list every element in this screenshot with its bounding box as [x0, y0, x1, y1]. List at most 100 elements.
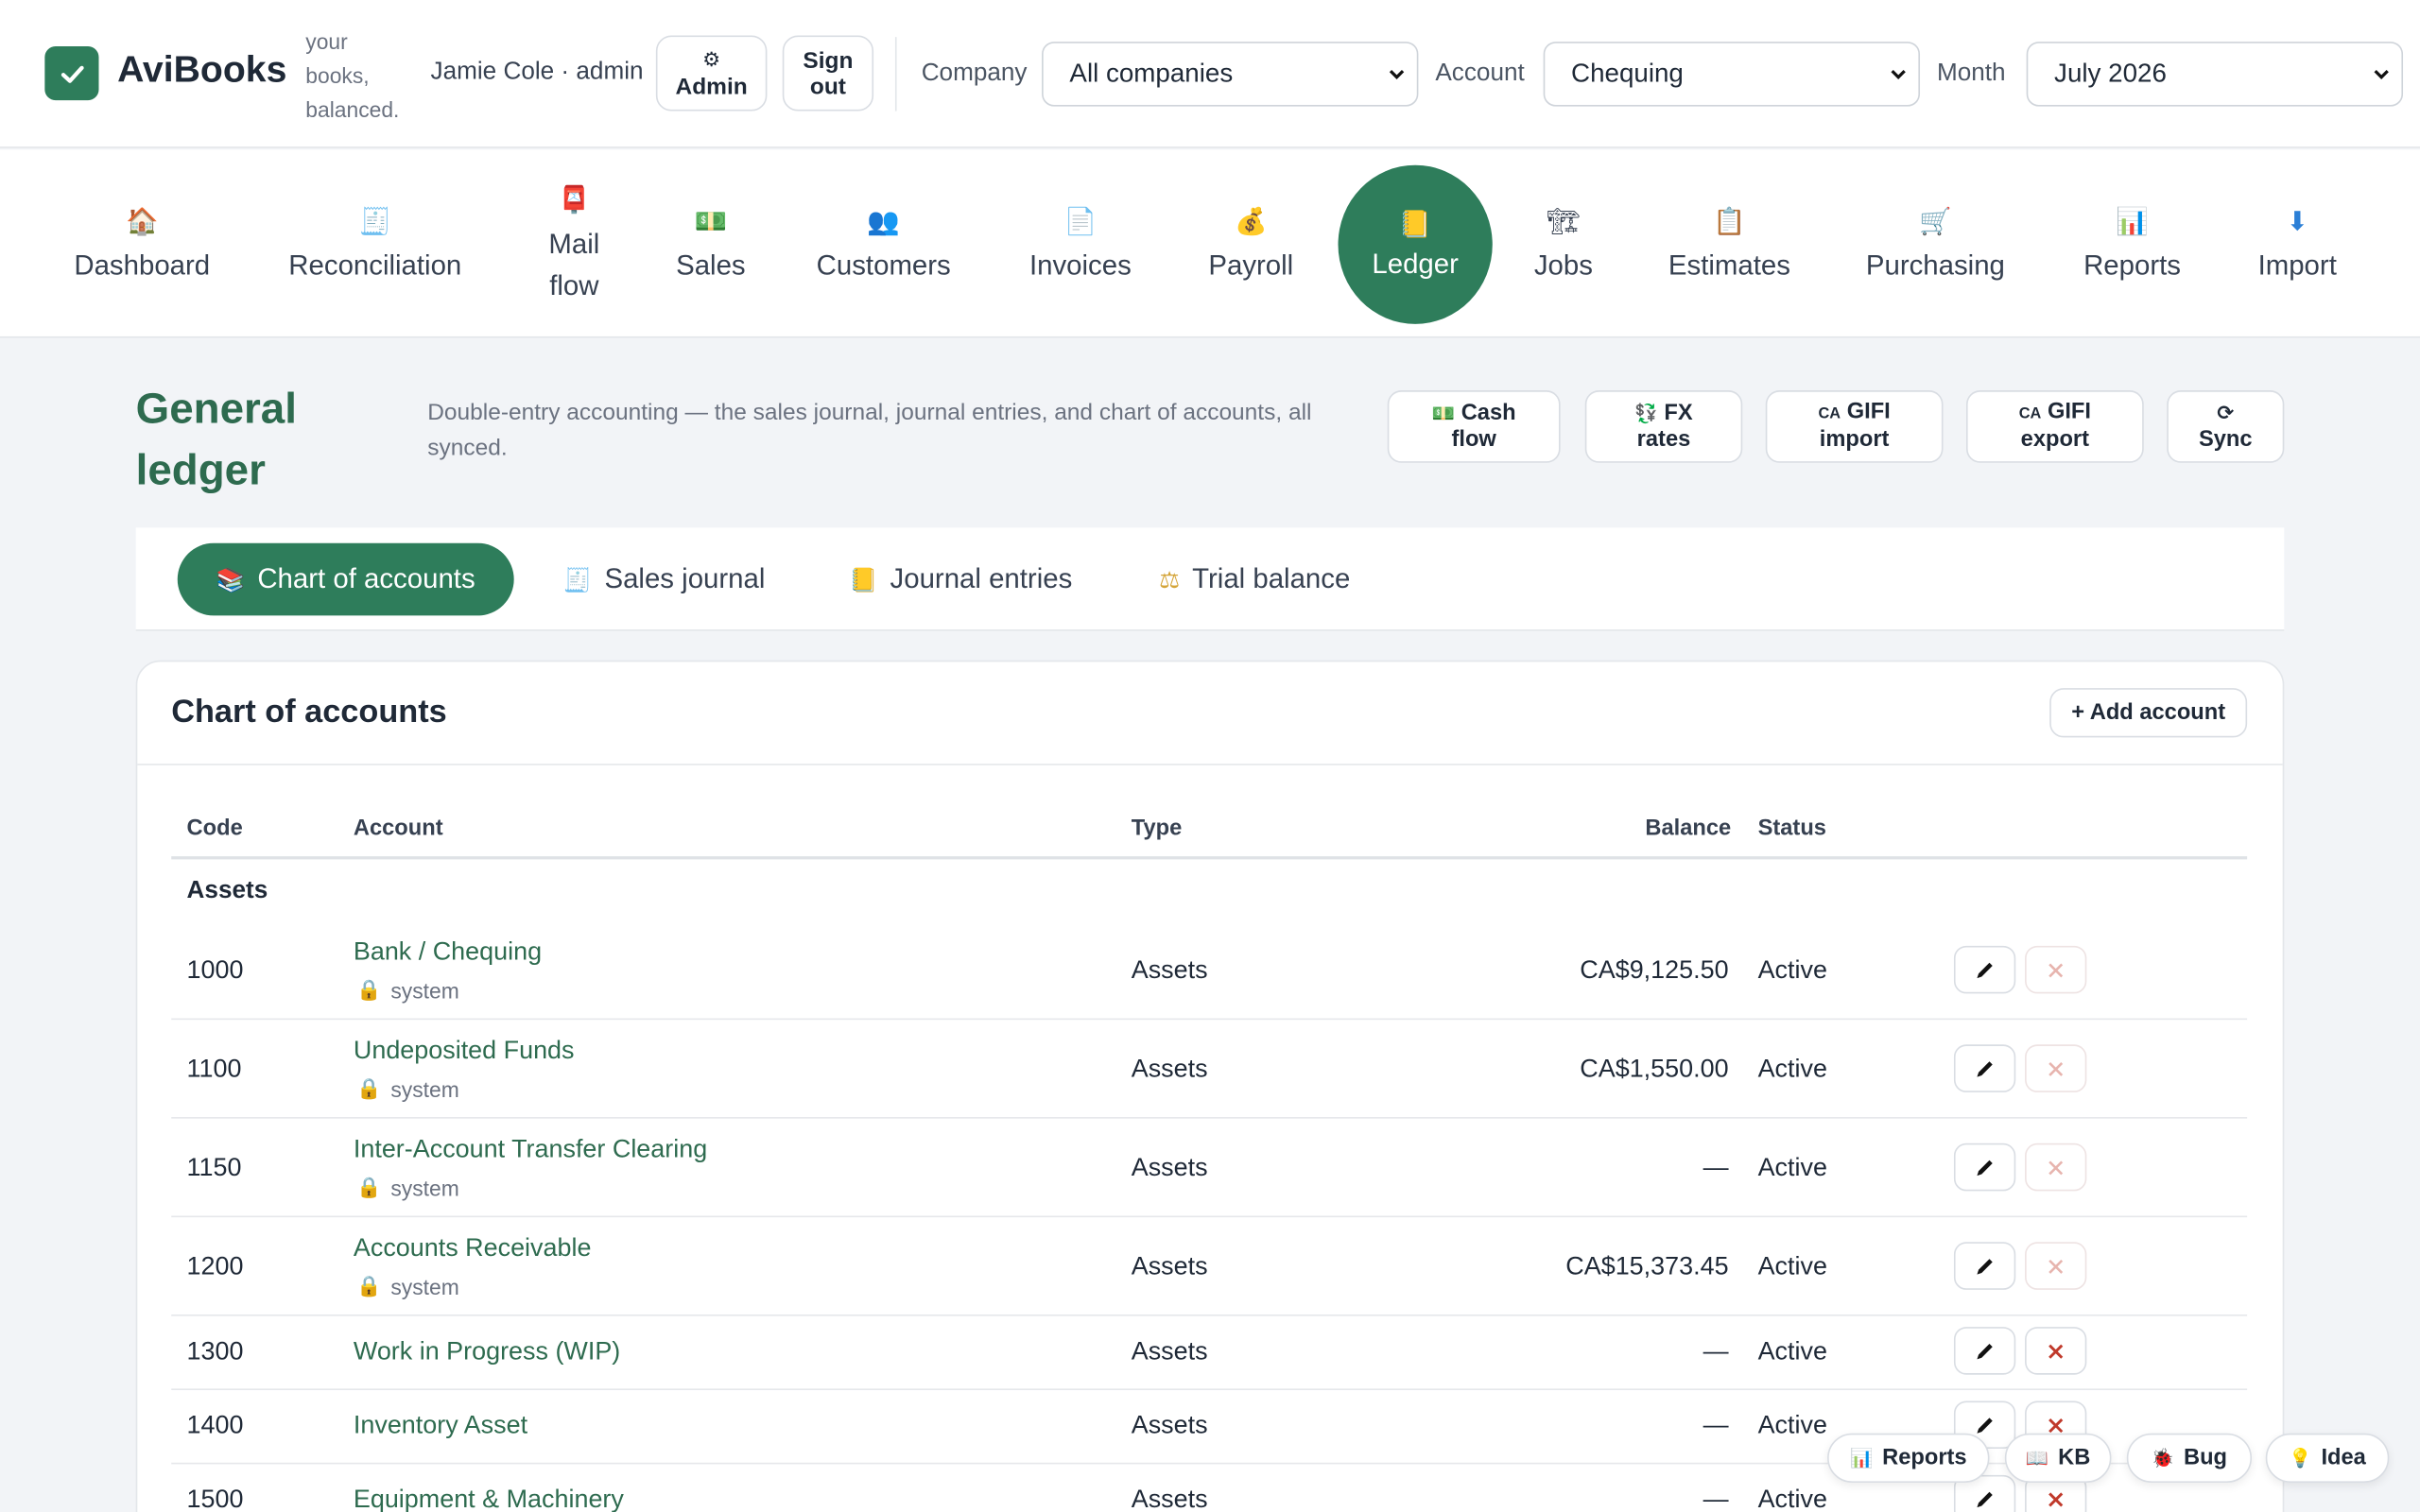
- add-account-button[interactable]: + Add account: [2049, 688, 2248, 738]
- system-tag: 🔒 system: [356, 978, 459, 1003]
- nav-item-estimates[interactable]: 📋 Estimates: [1668, 207, 1790, 287]
- lock-icon: 🔒: [356, 1275, 382, 1298]
- gifi-import-button[interactable]: CA GIFI import: [1765, 390, 1944, 463]
- cash-flow-button[interactable]: 💵 Cash flow: [1387, 390, 1561, 463]
- nav-item-label: Invoices: [1028, 249, 1132, 282]
- nav-item-import[interactable]: ⬇ Import: [2258, 207, 2337, 287]
- nav-item-reconciliation[interactable]: 🧾 Reconciliation: [288, 207, 461, 287]
- account-balance: —: [1703, 1411, 1729, 1440]
- nav-item-payroll[interactable]: 💰 Payroll: [1208, 207, 1293, 287]
- delete-button[interactable]: [2025, 1327, 2087, 1375]
- lock-icon: 🔒: [356, 1077, 382, 1101]
- tab-trial-balance[interactable]: ⚖ Trial balance: [1159, 543, 1350, 616]
- nav-item-sales[interactable]: 💵 Sales: [676, 207, 746, 287]
- floating-kb-button[interactable]: 📖 KB: [2004, 1433, 2112, 1483]
- tab-journal-entries[interactable]: 📒 Journal entries: [849, 543, 1072, 616]
- system-tag: 🔒 system: [356, 1077, 459, 1102]
- button-label: flow: [1451, 426, 1496, 452]
- nav-item-label: Jobs: [1533, 249, 1593, 282]
- app-name[interactable]: AviBooks: [117, 49, 286, 93]
- tab-label: Trial balance: [1192, 562, 1351, 594]
- button-label: import: [1819, 427, 1890, 453]
- account-status: Active: [1757, 1411, 1827, 1440]
- column-header-account[interactable]: Account: [354, 816, 443, 841]
- nav-item-jobs[interactable]: 🏗 Jobs: [1534, 207, 1593, 287]
- delete-button-disabled[interactable]: [2025, 945, 2087, 994]
- edit-button[interactable]: [1953, 945, 2016, 994]
- company-select[interactable]: All companies: [1042, 42, 1419, 107]
- document-icon: 📄: [1063, 206, 1098, 238]
- nav-item-reports[interactable]: 📊 Reports: [2083, 207, 2181, 287]
- delete-button-disabled[interactable]: [2025, 1242, 2087, 1290]
- account-name-link[interactable]: Equipment & Machinery: [354, 1486, 624, 1512]
- logo-check-icon[interactable]: [44, 45, 99, 101]
- account-balance: CA$15,373.45: [1565, 1252, 1729, 1281]
- account-name-link[interactable]: Accounts Receivable: [354, 1234, 592, 1263]
- account-code: 1100: [186, 1055, 242, 1084]
- system-tag: 🔒 system: [356, 1275, 459, 1299]
- account-name-link[interactable]: Undeposited Funds: [354, 1037, 575, 1066]
- system-label: system: [390, 1076, 459, 1102]
- tab-sales-journal[interactable]: 🧾 Sales journal: [563, 543, 765, 616]
- nav-item-dashboard[interactable]: 🏠 Dashboard: [74, 207, 210, 287]
- account-name-link[interactable]: Inventory Asset: [354, 1412, 527, 1441]
- edit-button[interactable]: [1953, 1044, 2016, 1092]
- edit-button[interactable]: [1953, 1327, 2016, 1375]
- account-select[interactable]: Chequing: [1543, 42, 1921, 107]
- pill-label: KB: [2058, 1445, 2091, 1470]
- account-code: 1500: [186, 1486, 244, 1512]
- pencil-icon: [1977, 1060, 1993, 1076]
- bug-icon: 🐞: [2151, 1447, 2175, 1469]
- account-type: Assets: [1131, 1486, 1208, 1512]
- pill-label: Idea: [2321, 1445, 2366, 1470]
- nav-item-label: Import: [2257, 249, 2337, 282]
- month-select[interactable]: July 2026: [2026, 42, 2404, 107]
- account-name-link[interactable]: Bank / Chequing: [354, 938, 542, 968]
- account-code: 1150: [186, 1154, 242, 1182]
- fx-rates-button[interactable]: 💱 FX rates: [1584, 390, 1743, 463]
- column-header-code[interactable]: Code: [187, 816, 243, 841]
- nav-item-invoices[interactable]: 📄 Invoices: [1029, 207, 1132, 287]
- nav-item-ledger[interactable]: 📒 Ledger: [1338, 164, 1493, 324]
- account-status: Active: [1757, 1486, 1827, 1512]
- nav-item-label: Estimates: [1668, 249, 1790, 282]
- chevron-down-icon: [1389, 69, 1405, 79]
- close-icon: [2048, 1343, 2064, 1358]
- sync-button[interactable]: ⟳ Sync: [2167, 390, 2285, 463]
- tab-chart-of-accounts[interactable]: 📚 Chart of accounts: [177, 542, 514, 616]
- tab-label: Journal entries: [890, 562, 1073, 594]
- account-type: Assets: [1131, 1154, 1208, 1182]
- button-label: Sync: [2198, 426, 2253, 452]
- nav-item-purchasing[interactable]: 🛒 Purchasing: [1866, 207, 2005, 287]
- bar-chart-icon: 📊: [2116, 206, 2149, 238]
- account-balance: —: [1703, 1154, 1729, 1182]
- system-label: system: [390, 978, 459, 1004]
- nav-item-label: Sales: [676, 249, 746, 282]
- pencil-icon: [1977, 1417, 1993, 1433]
- page-title: General ledger: [135, 384, 297, 494]
- column-header-balance[interactable]: Balance: [1645, 816, 1731, 841]
- nav-item-customers[interactable]: 👥 Customers: [817, 207, 951, 287]
- delete-button-disabled[interactable]: [2025, 1044, 2087, 1092]
- admin-button[interactable]: ⚙ Admin: [655, 35, 768, 112]
- account-select-value: Chequing: [1571, 59, 1684, 89]
- account-type: Assets: [1131, 1055, 1208, 1084]
- edit-button[interactable]: [1953, 1242, 2016, 1290]
- floating-reports-button[interactable]: 📊 Reports: [1827, 1433, 1990, 1483]
- sign-out-button[interactable]: Sign out: [782, 35, 874, 112]
- gifi-export-button[interactable]: CA GIFI export: [1966, 390, 2144, 463]
- nav-item-label: Purchasing: [1865, 249, 2005, 282]
- column-header-type[interactable]: Type: [1132, 816, 1183, 841]
- nav-item-mail-flow[interactable]: 📮 Mail flow: [544, 185, 603, 307]
- edit-button[interactable]: [1953, 1143, 2016, 1192]
- page-description: Double-entry accounting — the sales jour…: [427, 399, 1312, 462]
- button-label: GIFI: [1846, 399, 1891, 424]
- gear-icon: ⚙: [702, 48, 721, 72]
- floating-idea-button[interactable]: 💡 Idea: [2265, 1433, 2390, 1483]
- delete-button-disabled[interactable]: [2025, 1143, 2087, 1192]
- account-name-link[interactable]: Work in Progress (WIP): [354, 1338, 620, 1367]
- column-header-status[interactable]: Status: [1758, 816, 1826, 841]
- floating-bug-button[interactable]: 🐞 Bug: [2126, 1433, 2253, 1483]
- account-name-link[interactable]: Inter-Account Transfer Clearing: [354, 1136, 707, 1165]
- account-label: Account: [1435, 60, 1525, 87]
